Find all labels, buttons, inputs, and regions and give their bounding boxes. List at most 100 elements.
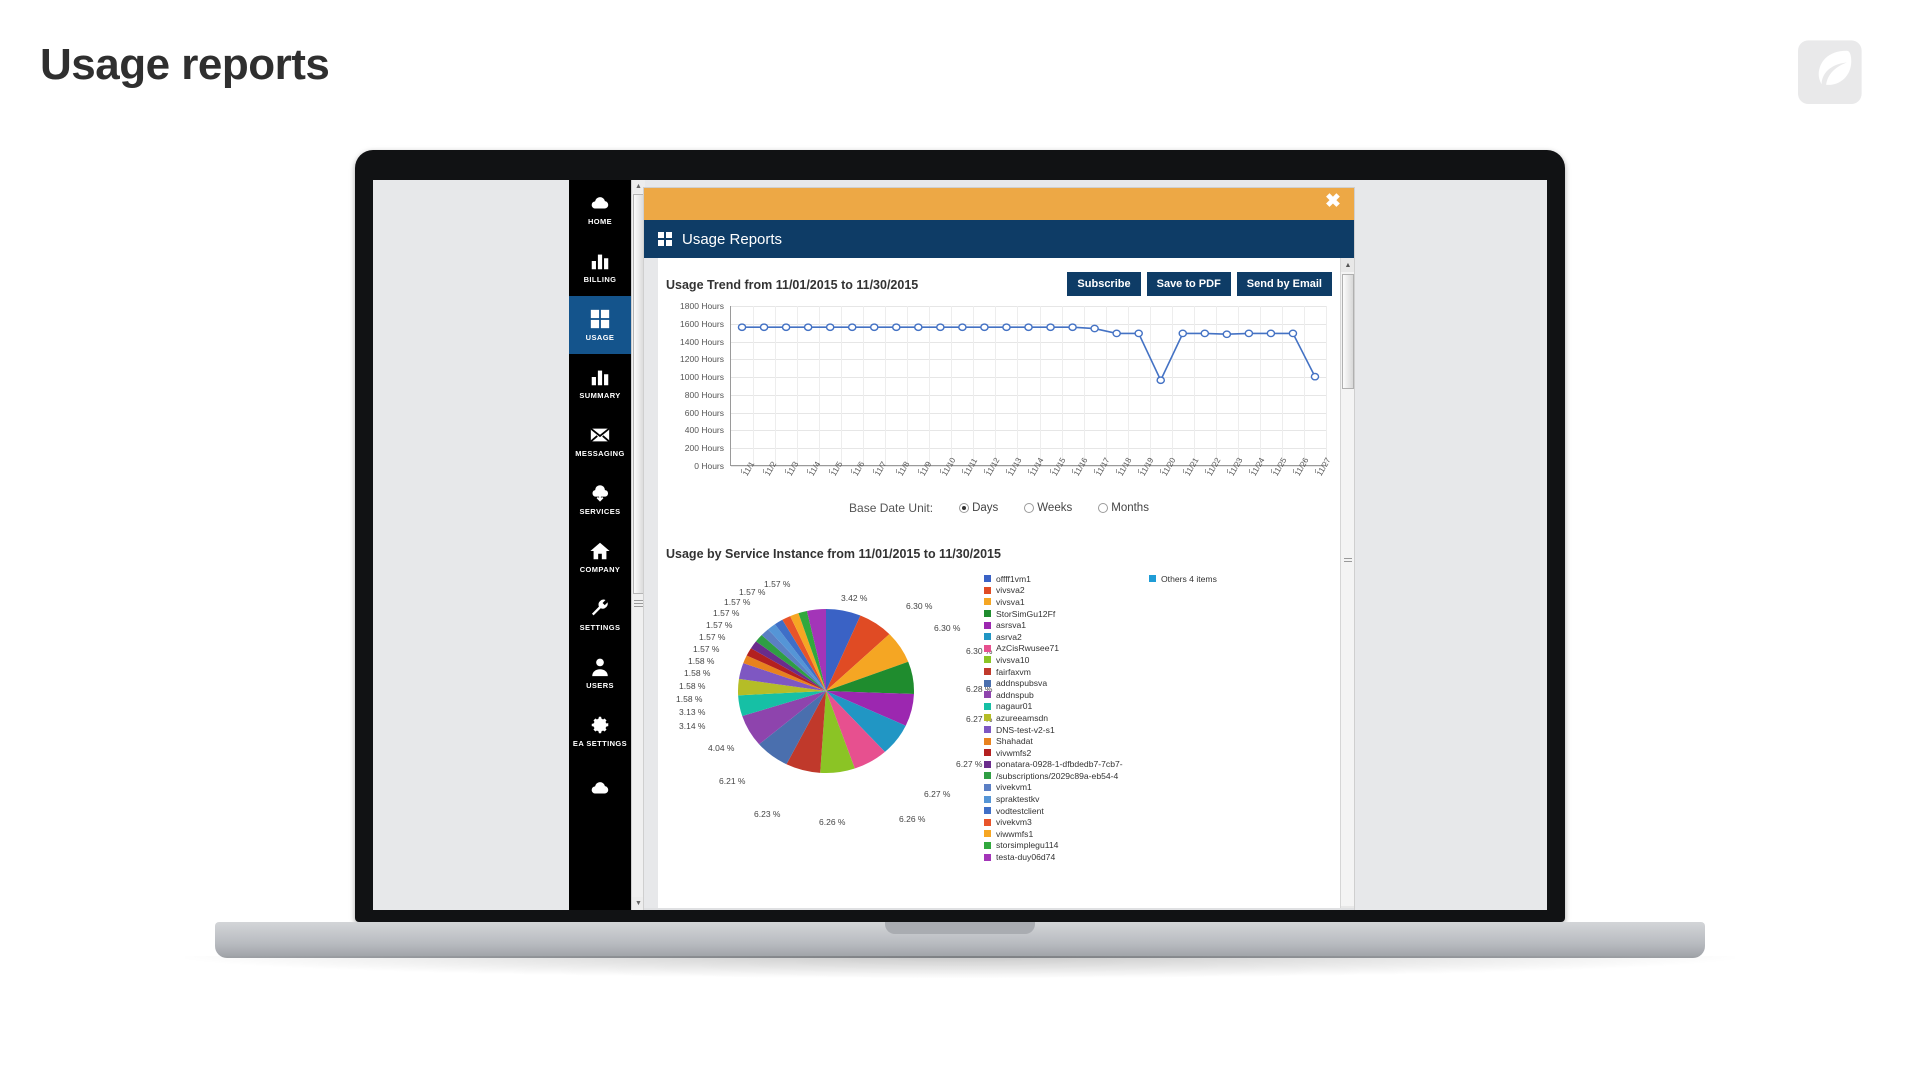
legend-item[interactable]: offff1vm1 xyxy=(984,573,1123,585)
sidebar-item-usage[interactable]: USAGE xyxy=(569,296,631,354)
legend-item-label: vivekvm3 xyxy=(996,817,1032,828)
legend-color-swatch xyxy=(1149,575,1156,583)
legend-color-swatch xyxy=(984,749,991,757)
laptop-notch xyxy=(885,922,1035,934)
legend-item[interactable]: azureeamsdn xyxy=(984,712,1123,724)
grid-icon xyxy=(589,308,611,330)
legend-color-swatch xyxy=(984,702,991,710)
legend-item[interactable]: StorSimGu12Ff xyxy=(984,608,1123,620)
sidebar-item-label: USAGE xyxy=(585,333,615,342)
legend-item[interactable]: asrva2 xyxy=(984,631,1123,643)
sidebar-item-label: SERVICES xyxy=(579,507,621,516)
modal-title: Usage Reports xyxy=(682,230,783,248)
sidebar-item-label: BILLING xyxy=(583,275,617,284)
subscribe-button[interactable]: Subscribe xyxy=(1067,272,1141,296)
legend-item-label: asrva2 xyxy=(996,631,1022,642)
y-tick-label: 1800 Hours xyxy=(680,301,724,311)
sidebar-item-label: SETTINGS xyxy=(579,623,621,632)
legend-others-label: Others 4 items xyxy=(1161,573,1217,584)
save-to-pdf-button[interactable]: Save to PDF xyxy=(1146,272,1231,296)
legend-color-swatch xyxy=(984,737,991,745)
legend-color-swatch xyxy=(984,772,991,780)
legend-item-label: vivekvm1 xyxy=(996,782,1032,793)
radio-weeks-indicator[interactable] xyxy=(1024,503,1035,513)
sidebar-item-company[interactable]: COMPANY xyxy=(569,528,631,586)
legend-item-label: vivsva1 xyxy=(996,596,1025,607)
legend-item-label: offff1vm1 xyxy=(996,573,1031,584)
pie-chart-title: Usage by Service Instance from 11/01/201… xyxy=(666,547,1001,561)
legend-color-swatch xyxy=(984,760,991,768)
legend-item[interactable]: vivekvm3 xyxy=(984,816,1123,828)
sidebar-item-summary[interactable]: SUMMARY xyxy=(569,354,631,412)
legend-color-swatch xyxy=(984,656,991,664)
scroll-up-arrow-icon[interactable]: ▲ xyxy=(1341,258,1354,272)
legend-item[interactable]: addnspubsva xyxy=(984,677,1123,689)
legend-item[interactable]: vodtestclient xyxy=(984,805,1123,817)
scrollbar-grip xyxy=(1344,558,1352,564)
legend-item[interactable]: nagaur01 xyxy=(984,701,1123,713)
legend-item-label: vivwmfs2 xyxy=(996,747,1032,758)
legend-item-label: testa-duy06d74 xyxy=(996,852,1056,863)
sidebar-item-billing[interactable]: BILLING xyxy=(569,238,631,296)
trend-section-header: Usage Trend from 11/01/2015 to 11/30/201… xyxy=(666,272,1332,296)
legend-item[interactable]: viwwmfs1 xyxy=(984,828,1123,840)
radio-months-indicator[interactable] xyxy=(1098,503,1109,513)
legend-item[interactable]: Shahadat xyxy=(984,735,1123,747)
sidebar-item-ea-settings[interactable]: EA SETTINGS xyxy=(569,702,631,760)
sidebar-item-extra[interactable] xyxy=(569,760,631,818)
legend-item[interactable]: spraktestkv xyxy=(984,793,1123,805)
legend-item[interactable]: vivwmfs2 xyxy=(984,747,1123,759)
y-tick-label: 0 Hours xyxy=(694,461,724,471)
legend-item-label: fairfaxvm xyxy=(996,666,1031,677)
send-by-email-button[interactable]: Send by Email xyxy=(1236,272,1332,296)
legend-item[interactable]: ponatara-0928-1-dfbdedb7-7cb7- xyxy=(984,759,1123,771)
gear-icon xyxy=(589,714,611,736)
cloud-download-icon xyxy=(589,482,611,504)
legend-item[interactable]: asrsva1 xyxy=(984,619,1123,631)
line-chart-series xyxy=(731,306,1326,465)
legend-item[interactable]: addnspub xyxy=(984,689,1123,701)
legend-item-label: DNS-test-v2-s1 xyxy=(996,724,1055,735)
legend-color-swatch xyxy=(984,795,991,803)
legend-item[interactable]: vivekvm1 xyxy=(984,782,1123,794)
sidebar-item-users[interactable]: USERS xyxy=(569,644,631,702)
sidebar-item-settings[interactable]: SETTINGS xyxy=(569,586,631,644)
legend-item-others[interactable]: Others 4 items xyxy=(1149,573,1217,585)
sidebar-item-messaging[interactable]: MESSAGING xyxy=(569,412,631,470)
legend-item[interactable]: storsimplegu114 xyxy=(984,840,1123,852)
y-tick-label: 400 Hours xyxy=(684,425,724,436)
legend-item[interactable]: vivsva2 xyxy=(984,585,1123,597)
legend-item-label: spraktestkv xyxy=(996,794,1040,805)
legend-color-swatch xyxy=(984,691,991,699)
app-vertical-scrollbar[interactable]: ▲ ▼ xyxy=(631,180,645,910)
legend-item-label: vivsva10 xyxy=(996,654,1030,665)
modal-bottom-strip xyxy=(644,908,1354,910)
usage-reports-modal: ✖ Usage Reports Usage Trend from 11/01/2… xyxy=(644,188,1354,910)
legend-item[interactable]: /subscriptions/2029c89a-eb54-4 xyxy=(984,770,1123,782)
legend-item[interactable]: vivsva10 xyxy=(984,654,1123,666)
modal-vertical-scrollbar[interactable]: ▲ ▼ xyxy=(1340,258,1354,910)
close-icon[interactable]: ✖ xyxy=(1322,191,1344,213)
legend-main-column: offff1vm1 vivsva2 vivsva1 StorSimGu12Ff asrs… xyxy=(984,573,1123,863)
legend-item[interactable]: vivsva1 xyxy=(984,596,1123,608)
sidebar-item-home[interactable]: HOME xyxy=(569,180,631,238)
wrench-icon xyxy=(589,598,611,620)
scrollbar-thumb[interactable] xyxy=(1342,274,1354,389)
home-icon xyxy=(589,540,611,562)
legend-color-swatch xyxy=(984,621,991,629)
legend-item[interactable]: DNS-test-v2-s1 xyxy=(984,724,1123,736)
app-left-blank-area xyxy=(373,180,569,910)
laptop-lid: HOME BILLING USAGE SUMMARY MESSAGING SER… xyxy=(355,150,1565,922)
envelope-icon xyxy=(589,424,611,446)
legend-item[interactable]: testa-duy06d74 xyxy=(984,851,1123,863)
scrollbar-thumb[interactable] xyxy=(633,194,644,594)
laptop-screen: HOME BILLING USAGE SUMMARY MESSAGING SER… xyxy=(373,180,1547,910)
legend-item[interactable]: fairfaxvm xyxy=(984,666,1123,678)
sidebar-item-services[interactable]: SERVICES xyxy=(569,470,631,528)
legend-item-label: addnspub xyxy=(996,689,1034,700)
legend-color-swatch xyxy=(984,598,991,606)
radio-days-indicator[interactable] xyxy=(959,503,970,513)
page-title: Usage reports xyxy=(40,40,330,89)
sidebar-item-label: HOME xyxy=(587,217,613,226)
legend-item[interactable]: AzCisRwusee71 xyxy=(984,643,1123,655)
